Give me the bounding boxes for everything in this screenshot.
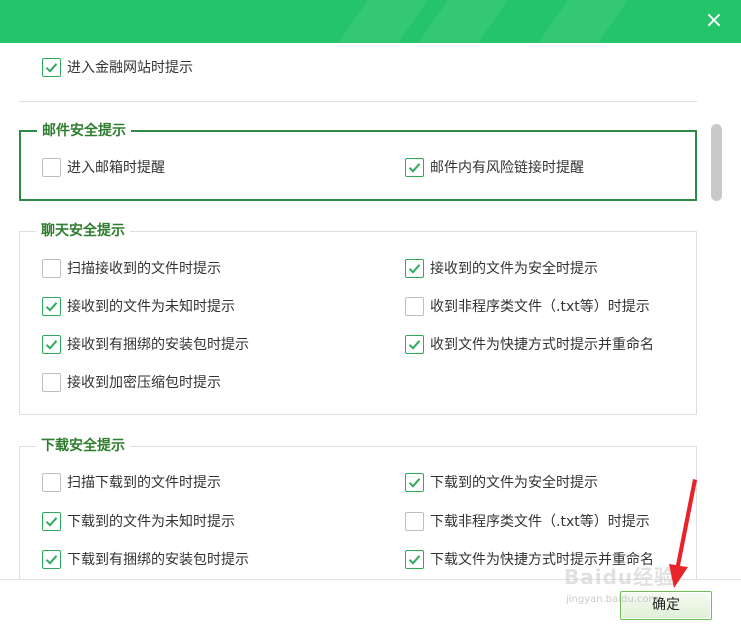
checkbox-download-unknown[interactable]: 下载到的文件为未知时提示 [42, 510, 235, 532]
watermark: Baidu经验 [564, 565, 676, 589]
checkbox-icon[interactable] [42, 157, 61, 177]
checkbox-icon[interactable] [42, 549, 61, 569]
checkmark-icon [408, 554, 421, 565]
checkbox-icon[interactable] [42, 334, 61, 354]
checkmark-icon [408, 263, 421, 274]
checkbox-label: 接收到的文件为安全时提示 [430, 261, 598, 277]
checkbox-label: 下载到有捆绑的安装包时提示 [67, 552, 249, 568]
checkbox-chat-nonprogram[interactable]: 收到非程序类文件（.txt等）时提示 [405, 295, 650, 317]
checkmark-icon [45, 339, 58, 350]
watermark-url: jingyan.baidu.com [566, 594, 659, 605]
checkbox-enter-mailbox[interactable]: 进入邮箱时提醒 [42, 156, 165, 178]
checkbox-icon[interactable] [42, 258, 61, 278]
header-decoration [297, 0, 443, 43]
checkbox-label: 接收到加密压缩包时提示 [67, 375, 221, 391]
checkbox-icon[interactable] [405, 549, 424, 569]
checkbox-label: 接收到有捆绑的安装包时提示 [67, 337, 249, 353]
checkbox-label: 收到非程序类文件（.txt等）时提示 [430, 299, 650, 315]
checkbox-label: 邮件内有风险链接时提醒 [430, 160, 584, 176]
checkbox-download-nonprogram[interactable]: 下载非程序类文件（.txt等）时提示 [405, 510, 650, 532]
checkbox-icon[interactable] [405, 157, 424, 177]
checkbox-label: 进入金融网站时提示 [67, 60, 193, 76]
checkbox-label: 下载到的文件为未知时提示 [67, 514, 235, 530]
checkbox-icon[interactable] [405, 511, 424, 531]
checkbox-icon[interactable] [42, 472, 61, 492]
scrollbar-thumb[interactable] [711, 124, 722, 201]
settings-content: 进入金融网站时提示 邮件安全提示 进入邮箱时提醒 邮件内有风险链接时提醒 聊天安… [0, 43, 741, 579]
checkmark-icon [45, 62, 58, 73]
checkbox-chat-encrypted[interactable]: 接收到加密压缩包时提示 [42, 371, 221, 393]
checkbox-icon[interactable] [405, 296, 424, 316]
checkmark-icon [45, 301, 58, 312]
group-title: 邮件安全提示 [37, 121, 131, 141]
checkbox-chat-shortcut[interactable]: 收到文件为快捷方式时提示并重命名 [405, 333, 654, 355]
close-icon: × [704, 8, 724, 33]
checkmark-icon [408, 162, 421, 173]
checkbox-chat-unknown[interactable]: 接收到的文件为未知时提示 [42, 295, 235, 317]
checkbox-chat-safe[interactable]: 接收到的文件为安全时提示 [405, 257, 598, 279]
group-title: 聊天安全提示 [36, 221, 130, 241]
checkbox-chat-bundled[interactable]: 接收到有捆绑的安装包时提示 [42, 333, 249, 355]
checkbox-icon[interactable] [42, 57, 61, 77]
checkbox-icon[interactable] [42, 296, 61, 316]
checkbox-chat-scan[interactable]: 扫描接收到的文件时提示 [42, 257, 221, 279]
checkbox-icon[interactable] [405, 334, 424, 354]
close-button[interactable]: × [701, 8, 727, 34]
checkbox-label: 进入邮箱时提醒 [67, 160, 165, 176]
checkbox-download-bundled[interactable]: 下载到有捆绑的安装包时提示 [42, 548, 249, 570]
checkbox-icon[interactable] [405, 258, 424, 278]
group-title: 下载安全提示 [36, 436, 130, 456]
header-decoration [497, 0, 643, 43]
checkmark-icon [408, 477, 421, 488]
checkbox-label: 收到文件为快捷方式时提示并重命名 [430, 337, 654, 353]
red-arrow-annotation [669, 479, 697, 588]
checkbox-label: 扫描下载到的文件时提示 [67, 475, 221, 491]
checkbox-label: 接收到的文件为未知时提示 [67, 299, 235, 315]
checkbox-mail-risk-link[interactable]: 邮件内有风险链接时提醒 [405, 156, 584, 178]
checkbox-icon[interactable] [42, 372, 61, 392]
group-bottom-border [19, 101, 697, 102]
checkbox-label: 下载非程序类文件（.txt等）时提示 [430, 514, 650, 530]
checkmark-icon [45, 554, 58, 565]
checkbox-download-safe[interactable]: 下载到的文件为安全时提示 [405, 471, 598, 493]
checkbox-download-scan[interactable]: 扫描下载到的文件时提示 [42, 471, 221, 493]
checkbox-label: 下载到的文件为安全时提示 [430, 475, 598, 491]
checkbox-label: 扫描接收到的文件时提示 [67, 261, 221, 277]
checkbox-financial-site[interactable]: 进入金融网站时提示 [42, 56, 193, 78]
dialog-header: × [0, 0, 741, 43]
checkbox-icon[interactable] [405, 472, 424, 492]
checkmark-icon [408, 339, 421, 350]
checkmark-icon [45, 516, 58, 527]
checkbox-icon[interactable] [42, 511, 61, 531]
